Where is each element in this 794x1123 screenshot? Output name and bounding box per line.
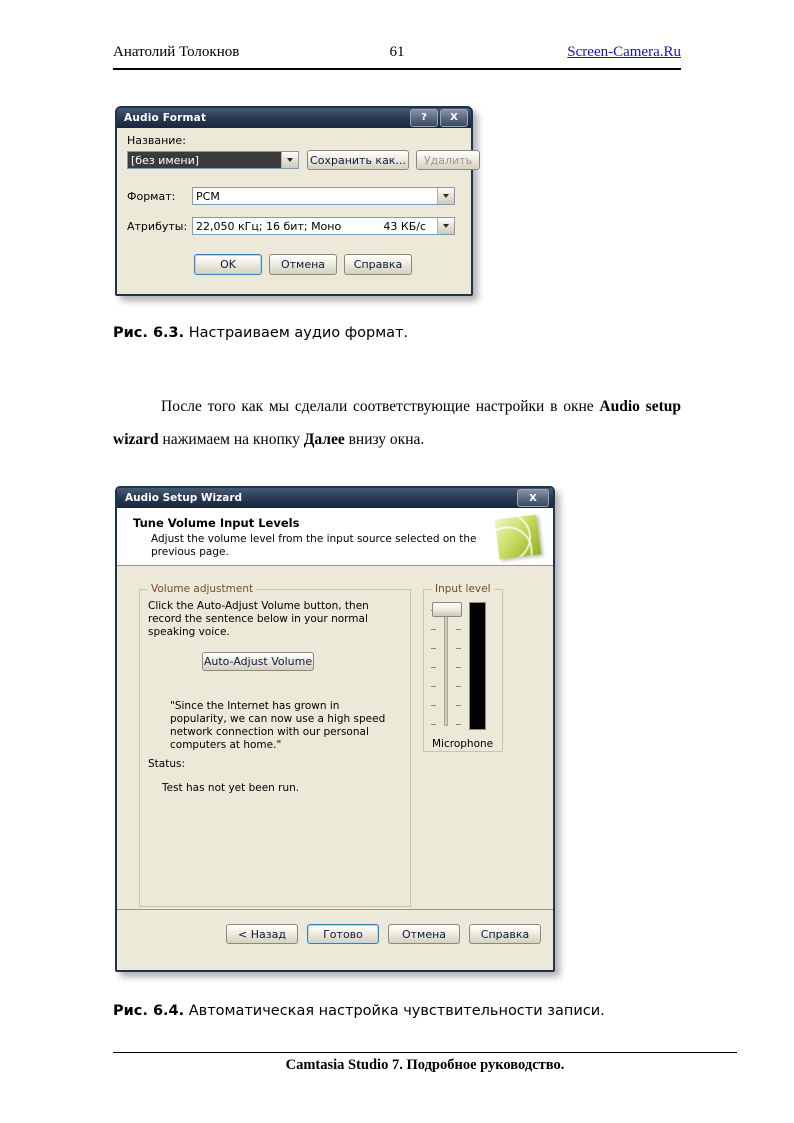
input-device-label: Microphone [432, 738, 494, 750]
wizard-titlebar[interactable]: Audio Setup Wizard X [117, 488, 553, 508]
figure-caption-63: Рис. 6.3. Настраиваем аудио формат. [113, 325, 408, 341]
figure-caption-64-number: Рис. 6.4. [113, 1003, 185, 1019]
header-page-number: 61 [389, 44, 405, 60]
wizard-header-title: Tune Volume Input Levels [133, 516, 300, 530]
footer-divider [113, 1052, 737, 1053]
help-icon[interactable]: ? [410, 109, 438, 127]
format-combobox[interactable]: PCM [192, 187, 455, 205]
audio-format-title: Audio Format [124, 112, 207, 124]
close-icon[interactable]: X [517, 489, 549, 507]
input-level-slider[interactable] [429, 598, 463, 734]
wizard-header-subtitle: Adjust the volume level from the input s… [151, 533, 477, 558]
attributes-combobox-value-wrap: 22,050 кГц; 16 бит; Моно 43 КБ/с [193, 218, 437, 234]
input-level-group: Input level Microphone [423, 583, 503, 752]
chevron-down-icon[interactable] [437, 218, 454, 234]
name-label: Название: [127, 134, 186, 147]
auto-adjust-volume-button[interactable]: Auto-Adjust Volume [202, 652, 314, 671]
camtasia-logo-icon [494, 514, 542, 560]
attributes-combobox[interactable]: 22,050 кГц; 16 бит; Моно 43 КБ/с [192, 217, 455, 235]
paragraph-part-3: внизу окна. [344, 431, 425, 448]
paragraph-bold-2: Далее [303, 431, 345, 448]
attributes-bitrate: 43 КБ/с [383, 219, 426, 233]
figure-caption-64: Рис. 6.4. Автоматическая настройка чувст… [113, 1003, 605, 1019]
cancel-button[interactable]: Отмена [269, 254, 337, 275]
cancel-button[interactable]: Отмена [388, 924, 460, 944]
status-value: Test has not yet been run. [162, 782, 300, 794]
attributes-label: Атрибуты: [127, 220, 188, 233]
name-combobox[interactable]: [без имени] [127, 151, 299, 169]
volume-adjustment-group: Volume adjustment Click the Auto-Adjust … [139, 583, 411, 907]
paragraph-part-1: После того как мы сделали соответствующи… [161, 398, 600, 415]
audio-format-client: Название: [без имени] Сохранить как... У… [117, 128, 480, 294]
audio-setup-wizard-dialog: Audio Setup Wizard X Tune Volume Input L… [115, 486, 555, 972]
input-level-group-label: Input level [432, 583, 494, 595]
paragraph-part-2: нажимаем на кнопку [158, 431, 304, 448]
chevron-down-icon[interactable] [437, 188, 454, 204]
delete-button: Удалить [416, 150, 480, 170]
figure-caption-63-text: Настраиваем аудио формат. [184, 325, 409, 341]
format-combobox-value: PCM [196, 189, 220, 203]
wizard-body: Volume adjustment Click the Auto-Adjust … [117, 566, 553, 911]
finish-button[interactable]: Готово [307, 924, 379, 944]
help-button[interactable]: Справка [469, 924, 541, 944]
input-level-meter [469, 602, 486, 730]
wizard-footer: < Назад Готово Отмена Справка [117, 909, 553, 970]
figure-caption-64-text: Автоматическая настройка чувствительност… [184, 1003, 605, 1019]
ok-button[interactable]: OK [194, 254, 262, 275]
save-as-button[interactable]: Сохранить как... [307, 150, 409, 170]
volume-adjustment-group-label: Volume adjustment [148, 583, 257, 595]
footer-text: Camtasia Studio 7. Подробное руководство… [285, 1057, 565, 1073]
name-combobox-value: [без имени] [128, 152, 281, 168]
page-header: Анатолий Толокнов 61 Screen-Camera.Ru [113, 44, 681, 61]
figure-caption-63-number: Рис. 6.3. [113, 325, 185, 341]
header-site-link[interactable]: Screen-Camera.Ru [567, 44, 681, 61]
header-divider [113, 68, 681, 70]
input-level-slider-ticks [429, 610, 463, 726]
audio-format-dialog: Audio Format ? X Название: [без имени] С… [115, 106, 480, 296]
volume-instruction-text: Click the Auto-Adjust Volume button, the… [148, 600, 369, 638]
header-author: Анатолий Толокнов [113, 44, 240, 60]
wizard-title: Audio Setup Wizard [125, 492, 243, 504]
chevron-down-icon[interactable] [281, 152, 298, 168]
format-label: Формат: [127, 190, 176, 203]
audio-format-titlebar[interactable]: Audio Format ? X [117, 108, 471, 128]
audio-format-titlebar-buttons: ? X [410, 109, 468, 127]
help-button[interactable]: Справка [344, 254, 412, 275]
body-paragraph: После того как мы сделали соответствующи… [113, 390, 681, 456]
close-icon[interactable]: X [440, 109, 468, 127]
status-label: Status: [148, 758, 185, 770]
attributes-combobox-value: 22,050 кГц; 16 бит; Моно [196, 219, 342, 233]
input-level-slider-thumb[interactable] [432, 602, 462, 617]
wizard-header: Tune Volume Input Levels Adjust the volu… [117, 508, 553, 566]
back-button[interactable]: < Назад [226, 924, 298, 944]
sample-sentence-text: "Since the Internet has grown in popular… [170, 700, 386, 751]
wizard-button-row: < Назад Готово Отмена Справка [226, 924, 541, 944]
